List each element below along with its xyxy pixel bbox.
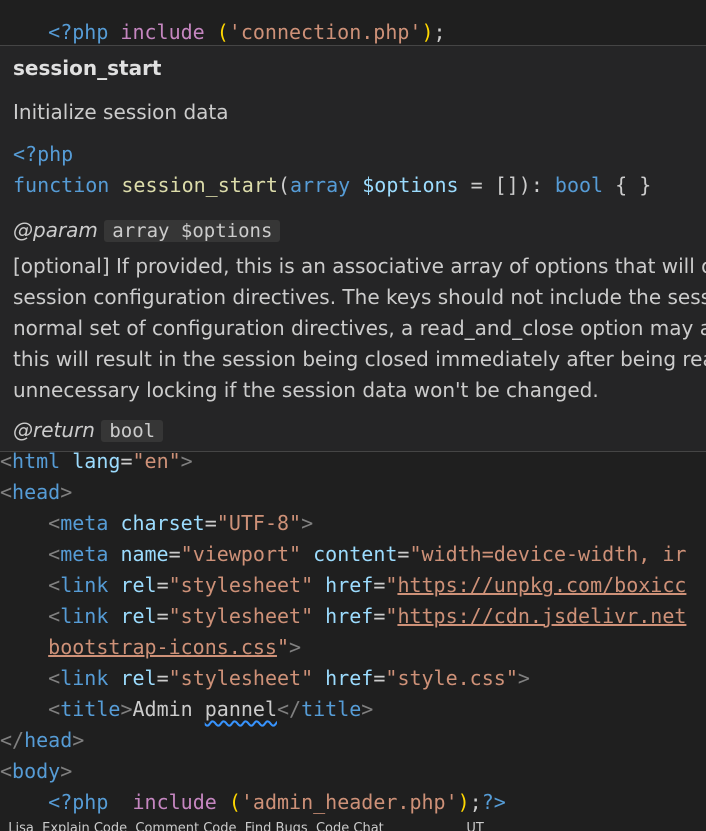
bootstrap-icons-link-cont[interactable]: bootstrap-icons.css: [48, 635, 277, 659]
param-chip: array $options: [104, 220, 281, 242]
spelling-squiggle: pannel: [204, 697, 277, 721]
code-line-link-bootstrap: <link rel="stylesheet" href="https://cdn…: [48, 604, 687, 628]
code-line-meta-viewport: <meta name="viewport" content="width=dev…: [48, 542, 687, 566]
return-chip: bool: [101, 420, 164, 442]
hover-tooltip: session_start Initialize session data <?…: [0, 45, 706, 452]
code-line-link-boxicons: <link rel="stylesheet" href="https://unp…: [48, 573, 687, 597]
hover-description: Initialize session data: [13, 100, 229, 124]
code-line-head-close: </head>: [0, 728, 85, 752]
code-line-body-open: <body>: [0, 759, 73, 783]
boxicons-link[interactable]: https://unpkg.com/boxicc: [397, 573, 686, 597]
code-line-head-open: <head>: [0, 480, 73, 504]
code-line-title: <title>Admin pannel</title>: [48, 697, 374, 721]
hover-php-open: <?php: [13, 142, 74, 166]
code-line-html: <html lang="en">: [0, 449, 193, 473]
hover-return-tag: @return bool: [13, 418, 164, 442]
codelens-bar[interactable]: Lisa Explain Code Comment Code Find Bugs…: [0, 822, 706, 831]
code-line-link-style: <link rel="stylesheet" href="style.css">: [48, 666, 530, 690]
code-editor[interactable]: <?php include ('connection.php'); sessio…: [0, 0, 706, 831]
bootstrap-icons-link[interactable]: https://cdn.jsdelivr.net: [397, 604, 686, 628]
code-line-session-start: session_start();: [0, 13, 241, 71]
hover-param-description: [optional] If provided, this is an assoc…: [13, 254, 706, 402]
code-line-link-bootstrap-cont: bootstrap-icons.css">: [48, 635, 302, 659]
code-line-meta-charset: <meta charset="UTF-8">: [48, 511, 314, 535]
hover-signature: function session_start(array $options = …: [13, 173, 652, 197]
code-line-php-include-header: <?php include ('admin_header.php');?>: [48, 790, 506, 814]
hover-title: session_start: [13, 56, 162, 80]
hover-param-tag: @param array $options: [13, 218, 281, 242]
